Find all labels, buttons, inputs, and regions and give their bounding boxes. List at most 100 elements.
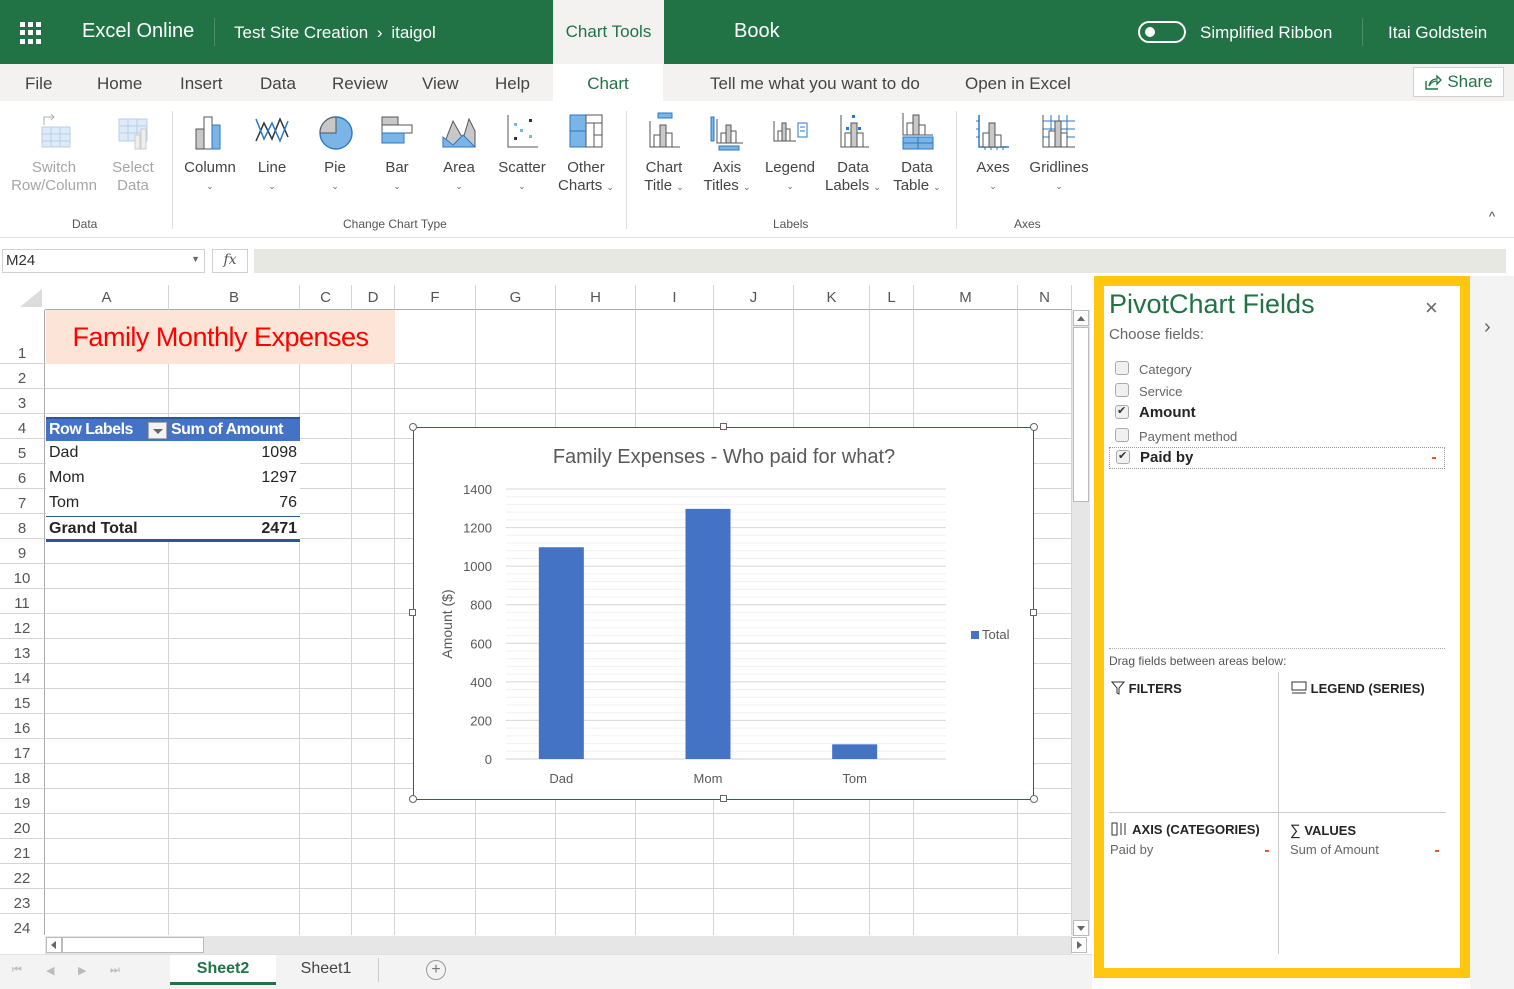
column-header-a[interactable]: A	[45, 285, 169, 310]
row-header-5[interactable]: 5	[0, 439, 45, 464]
insert-function-button[interactable]: fx	[212, 249, 248, 273]
field-payment-method[interactable]: Payment method	[1109, 426, 1445, 448]
column-header-f[interactable]: F	[395, 285, 476, 310]
pie-chart-button[interactable]: Pie ⌄	[313, 111, 357, 195]
collapse-ribbon-icon[interactable]: ^	[1489, 209, 1495, 224]
row-header-17[interactable]: 17	[0, 739, 45, 764]
sheet-tab-sheet1[interactable]: Sheet1	[278, 955, 374, 985]
sheet-tab-sheet2[interactable]: Sheet2	[170, 955, 276, 985]
values-field-sum-of-amount[interactable]: Sum of Amount	[1290, 842, 1379, 857]
row-header-13[interactable]: 13	[0, 639, 45, 664]
row-labels-filter-button[interactable]	[148, 422, 167, 439]
horizontal-scrollbar[interactable]	[45, 936, 1087, 954]
chevron-down-icon[interactable]: ▼	[191, 254, 200, 264]
row-header-16[interactable]: 16	[0, 714, 45, 739]
checkbox-checked[interactable]	[1115, 404, 1129, 419]
field-category[interactable]: Category	[1109, 359, 1445, 381]
row-header-19[interactable]: 19	[0, 789, 45, 814]
scatter-chart-button[interactable]: Scatter ⌄	[496, 111, 548, 195]
column-header-b[interactable]: B	[169, 285, 300, 310]
pivot-row[interactable]: Mom 1297	[46, 466, 300, 491]
row-header-12[interactable]: 12	[0, 614, 45, 639]
user-name[interactable]: Itai Goldstein	[1388, 23, 1487, 43]
column-header-i[interactable]: I	[636, 285, 714, 310]
breadcrumb-user[interactable]: itaigol	[391, 23, 435, 42]
scroll-left-button[interactable]	[46, 937, 62, 953]
row-header-7[interactable]: 7	[0, 489, 45, 514]
tab-insert[interactable]: Insert	[180, 74, 223, 94]
column-chart-button[interactable]: Column ⌄	[182, 111, 238, 195]
add-sheet-button[interactable]: +	[426, 960, 446, 980]
first-sheet-icon[interactable]: ⏮	[12, 964, 22, 977]
row-header-20[interactable]: 20	[0, 814, 45, 839]
row-header-11[interactable]: 11	[0, 589, 45, 614]
pivot-row[interactable]: Tom 76	[46, 491, 300, 516]
tab-chart[interactable]: Chart	[553, 64, 663, 101]
row-header-2[interactable]: 2	[0, 364, 45, 389]
prev-sheet-icon[interactable]: ◀	[46, 964, 54, 977]
simplified-ribbon-toggle[interactable]	[1138, 21, 1186, 43]
chevron-right-icon[interactable]: ›	[1484, 316, 1491, 339]
row-header-24[interactable]: 24	[0, 914, 45, 935]
bar-chart-button[interactable]: Bar ⌄	[375, 111, 419, 195]
axis-titles-button[interactable]: Axis Titles ⌄	[700, 111, 754, 196]
legend-button[interactable]: Legend ⌄	[763, 111, 817, 195]
checkbox-checked[interactable]	[1116, 449, 1130, 464]
name-box[interactable]: M24 ▼	[2, 249, 205, 273]
resize-handle[interactable]	[1030, 423, 1038, 431]
select-data-button[interactable]: Select Data	[108, 111, 158, 195]
pivot-chart[interactable]: 0 200 400 600 800 1000 1200 1400 Family Expenses…	[409, 423, 1038, 803]
app-name[interactable]: Excel Online	[82, 20, 194, 43]
row-header-22[interactable]: 22	[0, 864, 45, 889]
resize-handle[interactable]	[409, 423, 417, 431]
row-header-6[interactable]: 6	[0, 464, 45, 489]
field-menu-icon[interactable]	[1435, 850, 1439, 852]
column-header-c[interactable]: C	[300, 285, 352, 310]
switch-row-column-button[interactable]: Switch Row/Column	[10, 111, 98, 195]
row-header-1[interactable]: 1	[0, 310, 45, 364]
resize-handle[interactable]	[1030, 795, 1038, 803]
column-header-h[interactable]: H	[556, 285, 636, 310]
tab-home[interactable]: Home	[97, 74, 142, 94]
other-charts-button[interactable]: Other Charts ⌄	[556, 111, 616, 196]
data-labels-button[interactable]: Data Labels ⌄	[824, 111, 882, 196]
row-header-14[interactable]: 14	[0, 664, 45, 689]
tell-me-search[interactable]: Tell me what you want to do	[710, 74, 920, 94]
resize-handle[interactable]	[720, 795, 727, 802]
column-header-d[interactable]: D	[352, 285, 395, 310]
resize-handle[interactable]	[409, 795, 417, 803]
field-paid-by[interactable]: Paid by	[1109, 447, 1445, 469]
area-chart-button[interactable]: Area ⌄	[437, 111, 481, 195]
row-labels-header[interactable]: Row Labels	[49, 421, 133, 439]
field-menu-icon[interactable]	[1265, 850, 1269, 852]
vertical-scrollbar[interactable]	[1072, 310, 1090, 936]
tab-review[interactable]: Review	[332, 74, 388, 94]
resize-handle[interactable]	[409, 609, 416, 616]
axis-field-paid-by[interactable]: Paid by	[1110, 842, 1153, 857]
close-icon[interactable]: ×	[1425, 295, 1438, 321]
open-in-excel-link[interactable]: Open in Excel	[965, 74, 1071, 94]
column-header-g[interactable]: G	[476, 285, 556, 310]
resize-handle[interactable]	[720, 423, 727, 430]
scroll-thumb[interactable]	[62, 937, 204, 953]
next-sheet-icon[interactable]: ▶	[78, 964, 86, 977]
checkbox[interactable]	[1115, 361, 1129, 375]
column-header-m[interactable]: M	[914, 285, 1018, 310]
formula-input[interactable]	[254, 249, 1506, 273]
column-header-n[interactable]: N	[1018, 285, 1072, 310]
row-header-9[interactable]: 9	[0, 539, 45, 564]
scroll-thumb[interactable]	[1073, 327, 1089, 502]
row-header-4[interactable]: 4	[0, 414, 45, 439]
document-title[interactable]: Book	[734, 20, 780, 43]
column-header-j[interactable]: J	[714, 285, 794, 310]
row-header-18[interactable]: 18	[0, 764, 45, 789]
title-cell[interactable]: Family Monthly Expenses	[46, 310, 395, 364]
scroll-up-button[interactable]	[1073, 310, 1089, 326]
row-header-8[interactable]: 8	[0, 514, 45, 539]
app-launcher-icon[interactable]	[20, 22, 42, 44]
row-header-3[interactable]: 3	[0, 389, 45, 414]
field-amount[interactable]: Amount	[1109, 403, 1445, 425]
pivot-grand-total-row[interactable]: Grand Total 2471	[46, 516, 300, 542]
breadcrumb-site[interactable]: Test Site Creation	[234, 23, 368, 42]
scroll-down-button[interactable]	[1073, 920, 1089, 936]
